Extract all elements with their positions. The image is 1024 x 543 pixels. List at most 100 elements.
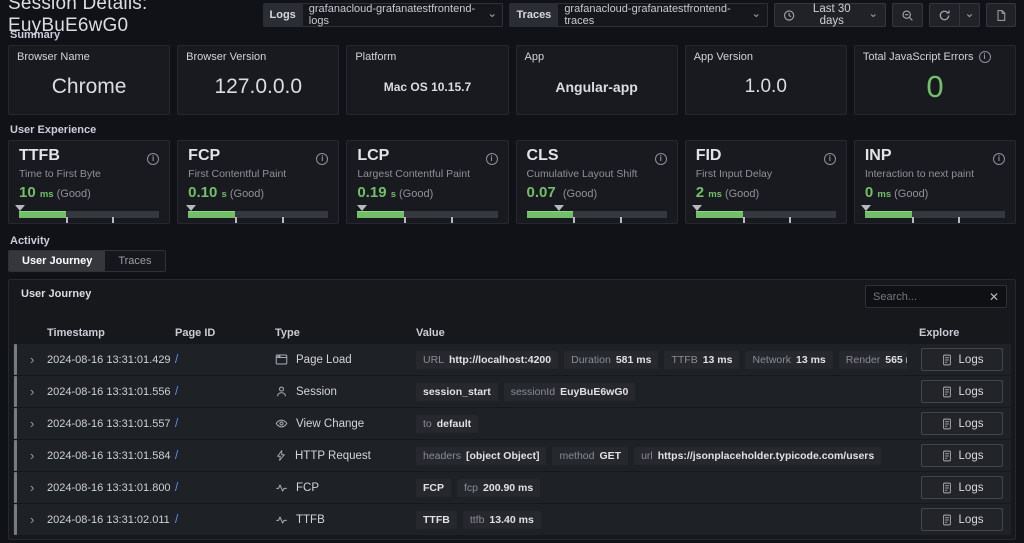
page-id-link[interactable]: / (175, 450, 275, 462)
pulse-icon (275, 482, 288, 494)
badge-label: url (641, 449, 653, 462)
gauge-good-range (695, 211, 743, 218)
row-expander-icon[interactable]: › (21, 513, 47, 526)
web-vital-gauge: 1.80s3.00s (185, 205, 329, 223)
web-vital-title: FID (695, 147, 722, 164)
stat-card-label: Browser Version (186, 51, 267, 63)
logs-picker-value[interactable]: grafanacloud-grafanatestfrontend-logs (302, 3, 504, 27)
type-label: TTFB (296, 513, 325, 526)
value-badge: method GET (552, 446, 629, 465)
gauge-tick (65, 217, 68, 223)
value-badge: TTFB (416, 510, 457, 529)
value-badge: sessionId EuyBuE6wG0 (503, 382, 636, 401)
gauge-track (695, 211, 836, 218)
search-input[interactable] (873, 290, 989, 303)
value-badge: session_start (416, 382, 498, 401)
gauge-track (526, 211, 667, 218)
timestamp-cell: 2024-08-16 13:31:02.011 (47, 513, 170, 526)
activity-section-label: Activity (10, 235, 50, 247)
user-icon (275, 385, 288, 398)
logs-button[interactable]: Logs (921, 380, 1003, 403)
logs-datasource-picker[interactable]: Logs grafanacloud-grafanatestfrontend-lo… (262, 3, 504, 27)
logs-button[interactable]: Logs (921, 508, 1003, 531)
web-vital-gauge: 800ms1800ms (15, 205, 160, 223)
logs-button-label: Logs (958, 513, 984, 526)
web-vital-subtitle: Time to First Byte (19, 168, 101, 180)
logs-button[interactable]: Logs (921, 444, 1003, 467)
gauge-tick (911, 217, 914, 223)
gauge-track (188, 211, 329, 218)
gauge-good-range (526, 211, 574, 218)
value-badge: Render 565 ms (838, 350, 907, 369)
help-icon[interactable]: i (993, 148, 1006, 166)
table-row: › 2024-08-16 13:31:01.800 / FCP FCP fcp 200.90… (13, 472, 1011, 503)
logs-button-label: Logs (958, 417, 984, 430)
help-icon[interactable]: i (823, 148, 836, 166)
row-expander-icon[interactable]: › (21, 449, 47, 462)
badge-value: default (436, 417, 472, 430)
page-id-link[interactable]: / (175, 514, 275, 526)
web-vital-value-row: 0.07 (Good) (527, 184, 667, 201)
web-vital-gauge: 0.100.25 (526, 205, 667, 223)
refresh-button[interactable] (929, 3, 960, 27)
badge-value: 200.90 ms (483, 481, 534, 494)
stat-card-value: 0 (926, 68, 944, 104)
help-icon[interactable]: i (654, 148, 667, 166)
stat-card-value: Chrome (51, 74, 127, 98)
gauge-tick (450, 217, 453, 223)
badge-label: ttfb (469, 513, 485, 526)
value-badge: ttfb 13.40 ms (462, 510, 541, 529)
logs-button[interactable]: Logs (921, 348, 1003, 371)
traces-picker-value[interactable]: grafanacloud-grafanatestfrontend-traces (558, 3, 768, 27)
badge-value: 13.40 ms (489, 513, 534, 526)
zoom-out-icon (902, 9, 913, 21)
help-icon[interactable]: i (485, 148, 498, 166)
value-badges: URL http://localhost:4200 Duration 581 ms TT… (416, 350, 907, 369)
row-expander-icon[interactable]: › (21, 385, 47, 398)
type-cell: TTFB (275, 514, 416, 526)
help-icon[interactable]: i (147, 148, 160, 166)
logs-button[interactable]: Logs (921, 476, 1003, 499)
page-id-link[interactable]: / (175, 354, 275, 366)
web-vital-status: (Good) (894, 188, 929, 200)
tab-traces[interactable]: Traces (105, 251, 165, 271)
timestamp-cell: 2024-08-16 13:31:01.556 (47, 385, 171, 398)
refresh-interval-dropdown[interactable] (960, 3, 980, 27)
tab-user-journey[interactable]: User Journey (9, 251, 106, 271)
page-id-link[interactable]: / (175, 418, 275, 430)
page-id-link[interactable]: / (175, 482, 275, 494)
stat-card-browser-version: Browser Version 127.0.0.0 (177, 45, 340, 115)
row-expander-icon[interactable]: › (21, 353, 47, 366)
zoom-out-button[interactable] (892, 3, 923, 27)
help-icon[interactable]: i (316, 148, 329, 166)
timestamp-cell: 2024-08-16 13:31:01.429 (47, 353, 171, 366)
value-badges: FCP fcp 200.90 ms (416, 478, 907, 497)
time-range-picker[interactable]: Last 30 days (773, 3, 886, 27)
page-id-link[interactable]: / (175, 386, 275, 398)
search-clear-icon[interactable]: ✕ (989, 291, 999, 303)
chevron-down-icon (489, 13, 495, 17)
logs-icon (941, 386, 953, 398)
gauge-value-marker (15, 205, 26, 211)
gauge-value-marker (185, 205, 196, 211)
gauge-tick (789, 217, 792, 223)
logs-button[interactable]: Logs (921, 412, 1003, 435)
table-row: › 2024-08-16 13:31:01.557 / View Change to de… (13, 408, 1011, 439)
type-cell: Page Load (275, 353, 416, 366)
report-button[interactable] (986, 3, 1016, 27)
value-badges: session_start sessionId EuyBuE6wG0 (416, 382, 907, 401)
stat-card-value: Mac OS 10.15.7 (383, 79, 472, 94)
web-vital-card-ttfb: TTFB i Time to First Byte 10 ms(Good) 800ms1… (8, 140, 171, 224)
traces-datasource-picker[interactable]: Traces grafanacloud-grafanatestfrontend-… (509, 3, 768, 27)
row-expander-icon[interactable]: › (21, 417, 47, 430)
web-vital-value-row: 10 ms (Good) (19, 184, 159, 201)
value-badge: headers [object Object] (416, 446, 547, 465)
stat-card-platform: Platform Mac OS 10.15.7 (346, 45, 509, 115)
type-label: FCP (296, 481, 319, 494)
summary-section-label: Summary (10, 29, 61, 41)
timestamp-cell: 2024-08-16 13:31:01.584 (47, 449, 171, 462)
gauge-value-marker (861, 205, 872, 211)
web-vital-card-lcp: LCP i Largest Contentful Paint 0.19 s (Good)… (346, 140, 509, 224)
row-expander-icon[interactable]: › (21, 481, 47, 494)
value-badges: to default (416, 414, 907, 433)
